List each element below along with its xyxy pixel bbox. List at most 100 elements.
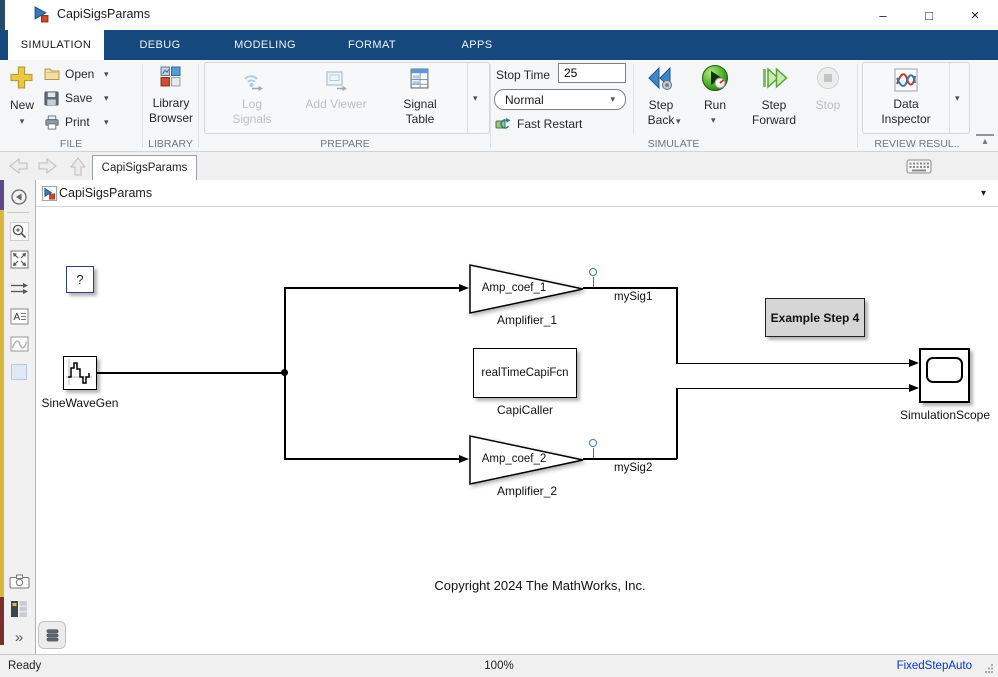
- tab-simulation[interactable]: SIMULATION: [8, 30, 104, 60]
- minimize-button[interactable]: –: [860, 0, 906, 30]
- save-dropdown-caret-icon: ▾: [104, 93, 109, 104]
- model-data-badge-button[interactable]: [38, 621, 66, 649]
- ribbon: New ▾ Open ▾ Save ▾ Print ▾ FILE: [0, 60, 998, 152]
- signal-table-button[interactable]: Signal Table: [381, 65, 459, 133]
- open-dropdown-caret-icon: ▾: [104, 69, 109, 80]
- new-button[interactable]: New ▾: [4, 62, 40, 136]
- step-back-caret-icon: ▾: [676, 116, 681, 127]
- step-back-button[interactable]: Step Back ▾: [640, 62, 682, 134]
- prepare-group: Log Signals Add Viewer Signal Table ▾: [204, 62, 490, 134]
- document-tab[interactable]: CapiSigsParams: [92, 155, 197, 180]
- breadcrumb-model-name[interactable]: CapiSigsParams: [59, 186, 152, 200]
- print-dropdown-caret-icon: ▾: [104, 117, 109, 128]
- svg-text:A: A: [13, 312, 20, 323]
- palette-divider: [7, 212, 29, 213]
- close-button[interactable]: ×: [952, 0, 998, 30]
- data-inspector-caret-icon[interactable]: ▾: [955, 93, 960, 104]
- tab-debug[interactable]: DEBUG: [118, 30, 202, 60]
- signal-pin-icon[interactable]: [589, 439, 597, 447]
- signal-table-icon: [410, 68, 429, 94]
- model-canvas[interactable]: ? SineWaveGen Amp_coef_1 Amplifier_1 myS…: [36, 207, 998, 654]
- area-box-icon[interactable]: [8, 361, 30, 383]
- open-button[interactable]: Open ▾: [42, 64, 138, 86]
- image-annotation-icon[interactable]: [8, 333, 30, 355]
- capi-caller-block[interactable]: realTimeCapiFcn: [473, 348, 577, 398]
- simulation-scope-block[interactable]: [919, 348, 970, 403]
- wire: [583, 287, 677, 289]
- mode-caret-icon: ▾: [610, 94, 615, 105]
- tab-format[interactable]: FORMAT: [325, 30, 419, 60]
- signal-pin-icon[interactable]: [589, 268, 597, 276]
- amplifier2-block[interactable]: Amp_coef_2: [469, 434, 585, 486]
- screenshot-camera-icon[interactable]: [8, 570, 30, 592]
- run-icon: [701, 64, 729, 97]
- database-icon: [45, 628, 60, 643]
- simulate-section-label: SIMULATE: [490, 138, 857, 150]
- amplifier1-block[interactable]: Amp_coef_1: [469, 263, 585, 315]
- sine-wave-icon: [64, 357, 94, 387]
- wire: [97, 372, 285, 374]
- maximize-button[interactable]: □: [906, 0, 952, 30]
- fit-to-view-icon[interactable]: [8, 248, 30, 270]
- run-caret-icon: ▾: [711, 115, 716, 126]
- navigation-strip: CapiSigsParams: [0, 152, 998, 180]
- keyboard-icon[interactable]: [906, 159, 932, 179]
- wire: [676, 388, 910, 390]
- add-viewer-button: Add Viewer: [297, 65, 375, 133]
- print-button[interactable]: Print ▾: [42, 112, 138, 134]
- review-section-label: REVIEW RESUL..: [858, 138, 976, 150]
- wire: [676, 388, 678, 459]
- sine-wave-gen-block[interactable]: [63, 356, 97, 390]
- solver-link[interactable]: FixedStepAuto: [897, 660, 972, 672]
- tab-modeling[interactable]: MODELING: [213, 30, 317, 60]
- log-signals-label: Log Signals: [221, 97, 283, 127]
- data-inspector-label: Data Inspector: [875, 97, 937, 127]
- zoom-level: 100%: [0, 660, 998, 672]
- route-signals-icon[interactable]: [8, 277, 30, 299]
- step-forward-button[interactable]: Step Forward: [750, 62, 798, 134]
- log-signals-button: Log Signals: [213, 65, 291, 133]
- stop-time-label: Stop Time: [496, 68, 550, 82]
- collapse-ribbon-button[interactable]: ▴: [976, 134, 994, 148]
- breadcrumb-caret-icon[interactable]: ▾: [981, 188, 986, 199]
- wire: [284, 458, 460, 460]
- resize-grip[interactable]: [984, 663, 994, 676]
- background-edge-purple: [0, 180, 4, 210]
- window-title: CapiSigsParams: [57, 7, 150, 21]
- run-button[interactable]: Run ▾: [697, 62, 733, 134]
- simulation-scope-label: SimulationScope: [900, 408, 990, 422]
- simulink-window: CapiSigsParams – □ × SIMULATION DEBUG MO…: [0, 0, 998, 677]
- prepare-more-caret-icon[interactable]: ▾: [473, 93, 478, 104]
- zoom-in-icon[interactable]: [8, 220, 30, 242]
- status-bar: Ready 100% FixedStepAuto: [0, 654, 998, 677]
- mysig1-label[interactable]: mySig1: [614, 291, 652, 303]
- wire-arrowhead: [909, 359, 919, 367]
- model-browser-icon[interactable]: [8, 598, 30, 620]
- example-step-annotation[interactable]: Example Step 4: [765, 298, 865, 337]
- save-button[interactable]: Save ▾: [42, 88, 138, 110]
- hide-browser-icon[interactable]: [8, 186, 30, 208]
- expand-palette-chevrons[interactable]: »: [8, 626, 30, 648]
- wire: [583, 458, 677, 460]
- unknown-block[interactable]: ?: [66, 266, 94, 293]
- annotation-icon[interactable]: A: [8, 305, 30, 327]
- simulation-mode-select[interactable]: Normal ▾: [494, 89, 626, 110]
- capi-caller-label: CapiCaller: [497, 403, 553, 417]
- mysig2-label[interactable]: mySig2: [614, 462, 652, 474]
- fast-restart-label: Fast Restart: [517, 117, 582, 131]
- breadcrumb-bar: CapiSigsParams ▾: [36, 180, 998, 207]
- new-plus-icon: [10, 66, 33, 94]
- data-inspector-button[interactable]: Data Inspector: [867, 65, 945, 133]
- fast-restart-toggle[interactable]: Fast Restart: [495, 116, 625, 134]
- add-viewer-label: Add Viewer: [305, 97, 367, 112]
- back-arrow-icon: [8, 156, 28, 181]
- wire-arrowhead: [459, 284, 469, 292]
- tab-apps[interactable]: APPS: [435, 30, 519, 60]
- library-browser-button[interactable]: Library Browser: [144, 62, 198, 136]
- amplifier2-gain-text: Amp_coef_2: [478, 453, 550, 465]
- capi-caller-text: realTimeCapiFcn: [481, 367, 568, 379]
- open-folder-icon: [44, 67, 60, 86]
- library-section-label: LIBRARY: [143, 138, 198, 150]
- stop-time-input[interactable]: [558, 63, 626, 83]
- prepare-section-label: PREPARE: [200, 138, 490, 150]
